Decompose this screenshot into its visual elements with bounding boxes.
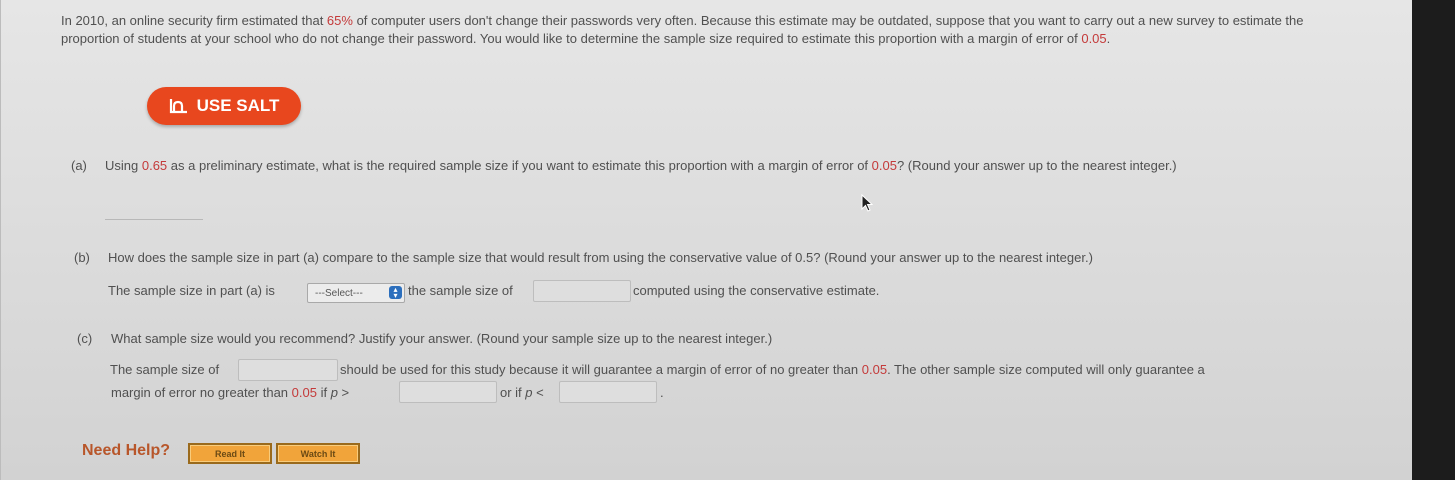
screen-edge — [1412, 0, 1455, 480]
intro-margin: 0.05 — [1081, 31, 1107, 46]
p-symbol-2: p — [525, 385, 533, 400]
part-c-or: or if p < — [500, 385, 544, 400]
part-b: (b) How does the sample size in part (a)… — [74, 249, 1314, 269]
intro-end: . — [1106, 31, 1111, 46]
select-arrows-icon: ▴ ▾ — [389, 285, 402, 299]
part-c-margin-1: 0.05 — [861, 362, 888, 377]
use-salt-button[interactable]: USE SALT — [147, 87, 301, 125]
part-c-question: What sample size would you recommend? Ju… — [111, 331, 773, 346]
part-a-q3: ? (Round your answer up to the nearest i… — [896, 158, 1177, 173]
part-b-letter: (b) — [74, 250, 90, 265]
watch-it-label: Watch It — [300, 448, 336, 459]
read-it-button[interactable]: Read It — [188, 443, 272, 464]
part-c-sentence-mid: should be used for this study because it… — [340, 362, 1205, 377]
intro-part1: In 2010, an online security firm estimat… — [61, 13, 327, 28]
part-b-sentence-start: The sample size in part (a) is — [108, 283, 275, 298]
part-a-q1: Using — [105, 158, 142, 173]
question-panel: In 2010, an online security firm estimat… — [0, 0, 1413, 480]
p-symbol-1: p — [330, 385, 338, 400]
part-c-s5: if — [316, 385, 331, 400]
part-c-line2: margin of error no greater than 0.05 if … — [111, 385, 349, 400]
p-greater-than-input[interactable] — [399, 381, 497, 403]
part-c-sentence-start: The sample size of — [110, 362, 220, 377]
part-a-estimate: 0.65 — [141, 158, 168, 173]
part-c-s3: . The other sample size computed will on… — [887, 362, 1205, 377]
comparison-select[interactable]: ---Select--- ▴ ▾ — [307, 283, 405, 303]
part-c-s6: or if — [500, 385, 526, 400]
select-value: ---Select--- — [315, 287, 363, 299]
part-b-question: How does the sample size in part (a) com… — [108, 250, 1093, 265]
part-c-s4: margin of error no greater than — [111, 385, 292, 400]
intro-percent: 65% — [326, 13, 353, 28]
part-b-sentence-mid: the sample size of — [408, 283, 513, 298]
p-less-than-input[interactable] — [559, 381, 657, 403]
watch-it-button[interactable]: Watch It — [276, 443, 360, 464]
conservative-sample-size-input[interactable] — [533, 280, 631, 302]
part-c-s2: should be used for this study because it… — [340, 362, 862, 377]
read-it-label: Read It — [214, 448, 245, 459]
recommended-sample-size-input[interactable] — [238, 359, 338, 381]
less-than: < — [532, 385, 544, 400]
need-help-label: Need Help? — [82, 442, 171, 459]
use-salt-label: USE SALT — [196, 96, 280, 115]
greater-than: > — [337, 385, 350, 400]
part-a-q2: as a preliminary estimate, what is the r… — [167, 158, 872, 173]
part-c-letter: (c) — [77, 331, 93, 346]
mouse-cursor-icon — [861, 194, 874, 212]
part-a: (a) Using 0.65 as a preliminary estimate… — [71, 157, 1311, 197]
part-a-answer-input[interactable] — [105, 219, 203, 220]
part-c-end: . — [660, 385, 664, 400]
salt-icon — [169, 99, 187, 114]
intro-text: In 2010, an online security firm estimat… — [61, 12, 1351, 48]
part-a-letter: (a) — [71, 158, 87, 173]
part-c-margin-2: 0.05 — [291, 385, 317, 400]
part-a-margin: 0.05 — [871, 158, 897, 173]
part-c: (c) What sample size would you recommend… — [77, 330, 1317, 350]
part-b-sentence-end: computed using the conservative estimate… — [633, 283, 880, 298]
part-a-question: Using 0.65 as a preliminary estimate, wh… — [105, 157, 1300, 175]
